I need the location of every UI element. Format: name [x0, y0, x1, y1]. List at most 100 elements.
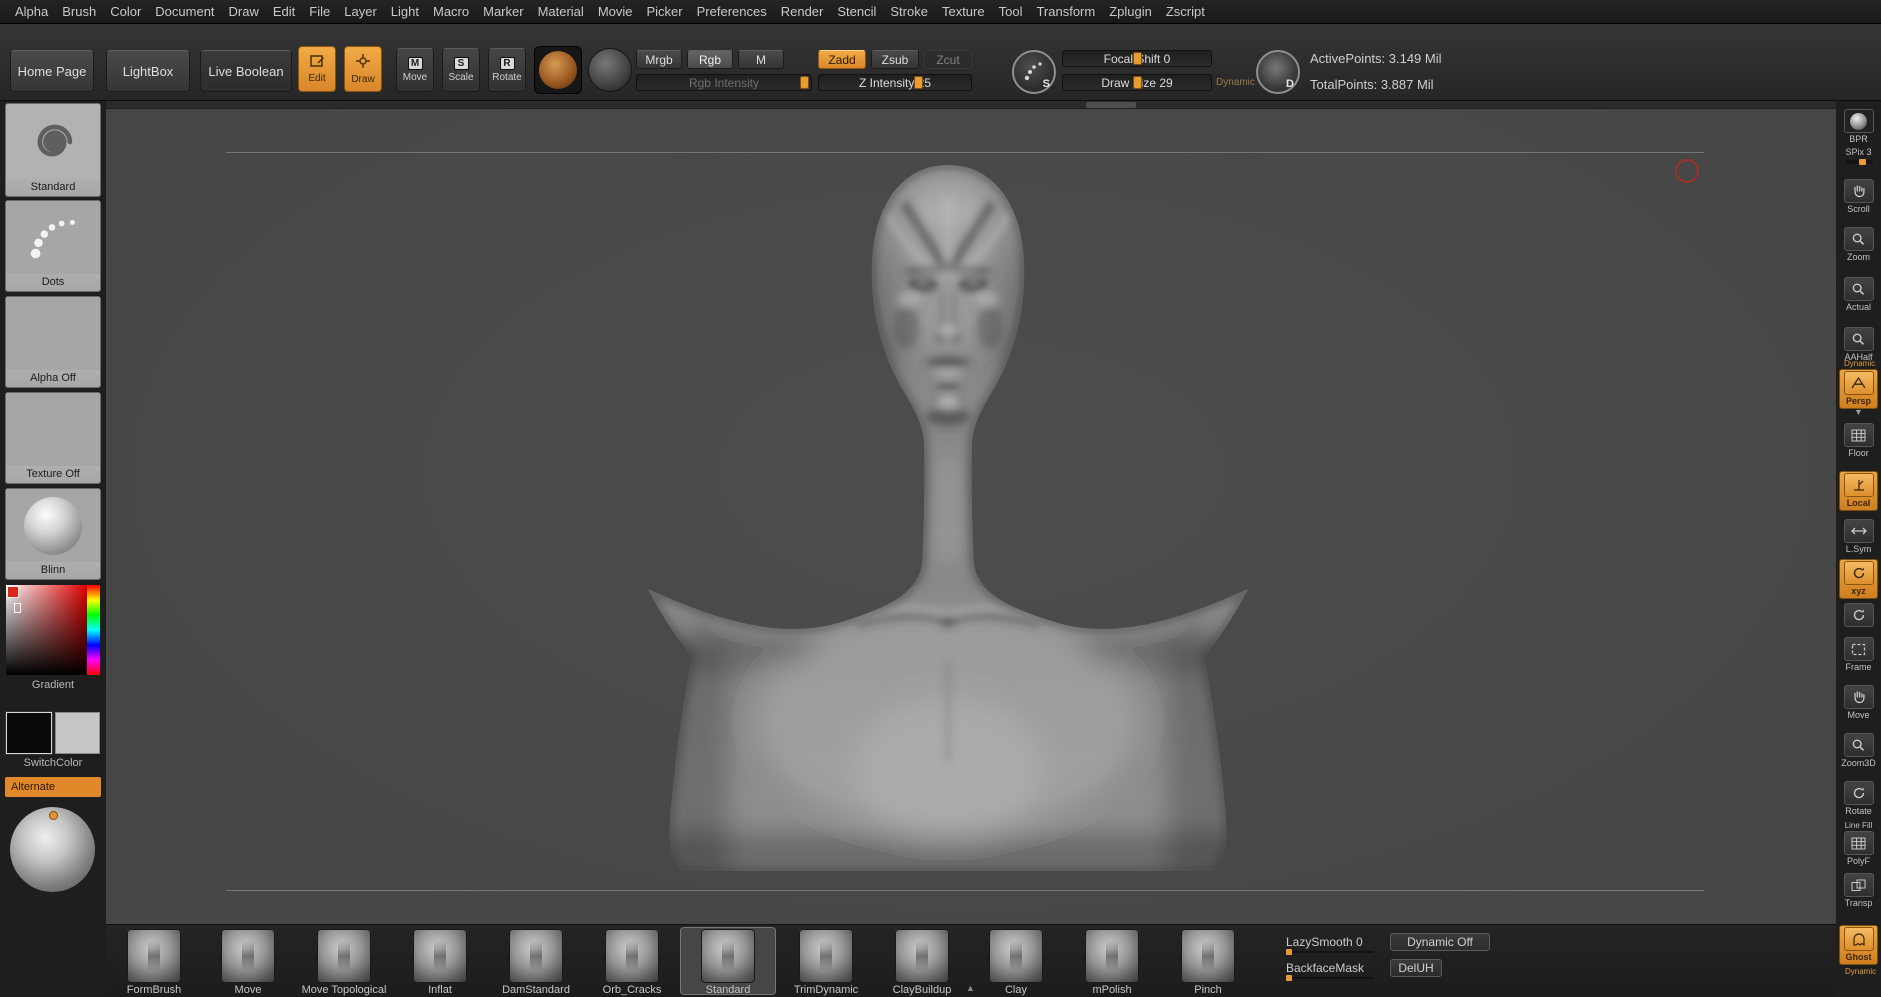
rotate-3d-button[interactable]: Rotate	[1839, 781, 1878, 816]
light-placement-dot[interactable]	[48, 811, 58, 820]
edit-mode-button[interactable]: Edit	[298, 46, 336, 92]
saturation-value-square[interactable]	[6, 585, 87, 675]
menu-stroke[interactable]: Stroke	[883, 1, 935, 22]
focal-shift-slider[interactable]: Focal Shift 0	[1062, 50, 1212, 67]
spix-slider[interactable]: SPix 3	[1839, 147, 1878, 165]
current-brush-thumbnail[interactable]: Standard	[5, 103, 101, 197]
draw-size-slider[interactable]: Draw Size 29	[1062, 74, 1212, 91]
tray-brush-clay[interactable]: Clay	[976, 929, 1056, 996]
menu-draw[interactable]: Draw	[222, 1, 266, 22]
dynamic-persp-label[interactable]: Dynamic	[1844, 359, 1875, 368]
persp-button[interactable]: Persp	[1839, 369, 1878, 409]
aahalf-button[interactable]: AAHalf	[1839, 327, 1878, 362]
rgb-button[interactable]: Rgb	[687, 50, 733, 69]
tray-brush-orb-cracks[interactable]: Orb_Cracks	[592, 929, 672, 996]
menu-zscript[interactable]: Zscript	[1159, 1, 1212, 22]
rotation-reset-button[interactable]	[1839, 603, 1878, 627]
sculpt-canvas[interactable]	[106, 101, 1836, 924]
rotate-mode-button[interactable]: R Rotate	[488, 48, 526, 92]
frame-button[interactable]: Frame	[1839, 637, 1878, 672]
polyframe-button[interactable]: Line Fill PolyF	[1839, 821, 1878, 866]
m-button[interactable]: M	[738, 50, 784, 69]
rgb-intensity-slider[interactable]: Rgb Intensity	[636, 74, 812, 91]
canvas-shelf-divider[interactable]	[106, 101, 1836, 109]
lsym-button[interactable]: L.Sym	[1839, 519, 1878, 554]
switch-color-swatches[interactable]	[5, 711, 100, 755]
menu-color[interactable]: Color	[103, 1, 148, 22]
hue-strip[interactable]	[87, 585, 100, 675]
menu-tool[interactable]: Tool	[992, 1, 1030, 22]
tray-brush-pinch[interactable]: Pinch	[1168, 929, 1248, 996]
move-3d-button[interactable]: Move	[1839, 685, 1878, 720]
menu-macro[interactable]: Macro	[426, 1, 476, 22]
menu-zplugin[interactable]: Zplugin	[1102, 1, 1159, 22]
menu-edit[interactable]: Edit	[266, 1, 302, 22]
menu-picker[interactable]: Picker	[640, 1, 690, 22]
ghost-button[interactable]: Ghost	[1839, 925, 1878, 965]
tray-brush-mpolish[interactable]: mPolish	[1072, 929, 1152, 996]
menu-render[interactable]: Render	[774, 1, 831, 22]
actual-size-button[interactable]: Actual	[1839, 277, 1878, 312]
mrgb-button[interactable]: Mrgb	[636, 50, 682, 69]
color-gradient-picker[interactable]	[6, 585, 100, 675]
alternate-button[interactable]: Alternate	[5, 777, 101, 797]
floor-button[interactable]: Floor	[1839, 423, 1878, 458]
menu-marker[interactable]: Marker	[476, 1, 530, 22]
dynamic-off-button[interactable]: Dynamic Off	[1390, 933, 1490, 951]
live-boolean-button[interactable]: Live Boolean	[200, 50, 292, 92]
transp-button[interactable]: Transp	[1839, 873, 1878, 908]
xyz-button[interactable]: xyz	[1839, 559, 1878, 599]
lightbox-button[interactable]: LightBox	[106, 50, 190, 92]
tray-brush-standard-selected[interactable]: Standard	[688, 929, 768, 996]
tray-brush-move-topological[interactable]: Move Topological	[302, 929, 386, 996]
menu-file[interactable]: File	[302, 1, 337, 22]
menu-texture[interactable]: Texture	[935, 1, 992, 22]
backfacemask-toggle[interactable]: BackfaceMask	[1286, 961, 1364, 975]
tray-brush-claybuildup[interactable]: ClayBuildup	[882, 929, 962, 996]
shelf-collapse-arrow[interactable]: ▼	[1839, 407, 1878, 417]
menu-movie[interactable]: Movie	[591, 1, 640, 22]
tray-brush-trimdynamic[interactable]: TrimDynamic	[786, 929, 866, 996]
menu-brush[interactable]: Brush	[55, 1, 103, 22]
zsub-button[interactable]: Zsub	[871, 50, 919, 69]
secondary-color-swatch[interactable]	[54, 712, 100, 754]
menu-material[interactable]: Material	[531, 1, 591, 22]
scroll-button[interactable]: Scroll	[1839, 179, 1878, 214]
tray-brush-move[interactable]: Move	[208, 929, 288, 996]
current-material-sphere[interactable]	[588, 48, 632, 92]
divider-handle[interactable]	[1086, 102, 1136, 108]
zadd-button[interactable]: Zadd	[818, 50, 866, 69]
scale-mode-button[interactable]: S Scale	[442, 48, 480, 92]
menu-light[interactable]: Light	[384, 1, 426, 22]
primary-color-swatch[interactable]	[5, 711, 53, 755]
tray-collapse-arrow[interactable]: ▲	[966, 983, 975, 993]
current-texture-thumbnail[interactable]: Texture Off	[5, 392, 101, 484]
tray-brush-damstandard[interactable]: DamStandard	[496, 929, 576, 996]
home-page-button[interactable]: Home Page	[10, 50, 94, 92]
stroke-type-icon[interactable]: S	[1012, 50, 1056, 94]
color-preview-sphere[interactable]	[10, 807, 95, 892]
current-stroke-thumbnail[interactable]: Dots	[5, 200, 101, 292]
menu-alpha[interactable]: Alpha	[8, 1, 55, 22]
dynamic-drawsize-toggle[interactable]: Dynamic	[1216, 77, 1255, 88]
zoom-button[interactable]: Zoom	[1839, 227, 1878, 262]
lazysmooth-slider[interactable]: LazySmooth 0	[1286, 935, 1363, 949]
tray-brush-formbrush[interactable]: FormBrush	[114, 929, 194, 996]
tray-brush-inflat[interactable]: Inflat	[400, 929, 480, 996]
bpr-button[interactable]: BPR	[1839, 109, 1878, 144]
z-intensity-slider[interactable]: Z Intensity 25	[818, 74, 972, 91]
draw-mode-button[interactable]: Draw	[344, 46, 382, 92]
menu-layer[interactable]: Layer	[337, 1, 384, 22]
menu-document[interactable]: Document	[148, 1, 221, 22]
depth-alpha-icon[interactable]: D	[1256, 50, 1300, 94]
current-material-thumbnail[interactable]: Blinn	[5, 488, 101, 580]
current-alpha-thumbnail[interactable]: Alpha Off	[5, 296, 101, 388]
move-mode-button[interactable]: M Move	[396, 48, 434, 92]
menu-preferences[interactable]: Preferences	[690, 1, 774, 22]
current-brush-preview[interactable]	[534, 46, 582, 94]
menu-transform[interactable]: Transform	[1029, 1, 1102, 22]
menu-stencil[interactable]: Stencil	[830, 1, 883, 22]
deluh-button[interactable]: DelUH	[1390, 959, 1442, 977]
local-button[interactable]: Local	[1839, 471, 1878, 511]
zoom3d-button[interactable]: Zoom3D	[1839, 733, 1878, 768]
